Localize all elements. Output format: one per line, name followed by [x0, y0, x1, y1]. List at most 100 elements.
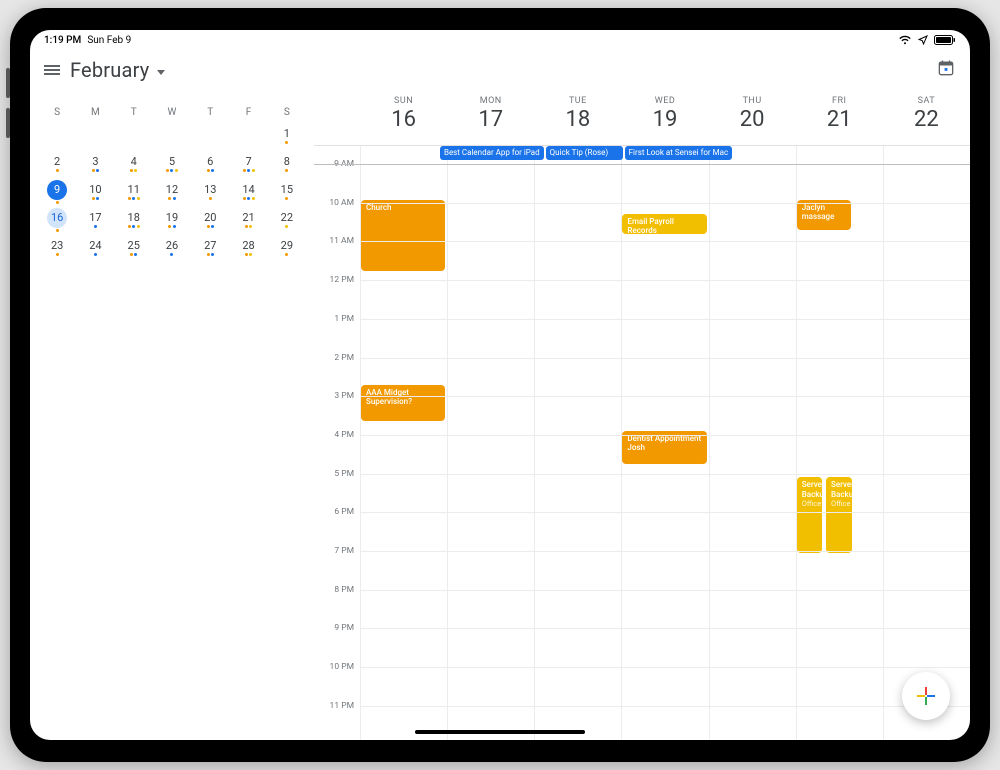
mini-day[interactable]: 20 — [191, 206, 229, 234]
mini-day[interactable]: 11 — [115, 178, 153, 206]
volume-down-button[interactable] — [6, 108, 10, 138]
status-date: Sun Feb 9 — [87, 35, 131, 46]
mini-day[interactable]: 26 — [153, 234, 191, 262]
mini-dow: F — [229, 102, 267, 122]
mini-day[interactable]: 5 — [153, 150, 191, 178]
mini-day[interactable]: 23 — [38, 234, 76, 262]
month-picker[interactable]: February — [70, 58, 165, 82]
mini-day[interactable]: 4 — [115, 150, 153, 178]
mini-day[interactable]: 15 — [268, 178, 306, 206]
day-header[interactable]: SAT22 — [883, 90, 970, 145]
mini-day[interactable]: 14 — [229, 178, 267, 206]
calendar-event[interactable]: Dentist Appointment Josh — [622, 431, 706, 464]
mini-day[interactable]: 17 — [76, 206, 114, 234]
day-column[interactable]: Church AAA Midget Supervision? — [360, 146, 447, 740]
mini-day[interactable]: 3 — [76, 150, 114, 178]
mini-day[interactable]: 13 — [191, 178, 229, 206]
calendar-event[interactable]: Jaclyn massage — [797, 200, 851, 231]
day-number: 16 — [360, 107, 447, 132]
allday-event[interactable]: Quick Tip (Rose) — [546, 146, 623, 160]
mini-day[interactable]: 6 — [191, 150, 229, 178]
calendar-event[interactable]: Email Payroll Records — [622, 214, 706, 233]
mini-dow: S — [268, 102, 306, 122]
calendar-event[interactable]: Server BackupOffice — [797, 477, 823, 552]
calendar-today-icon — [936, 58, 956, 78]
month-label: February — [70, 58, 149, 82]
day-header[interactable]: MON17 — [447, 90, 534, 145]
time-label: 6 PM — [334, 507, 354, 517]
day-header[interactable]: WED19 — [621, 90, 708, 145]
week-view[interactable]: SUN16MON17TUE18WED19THU20FRI21SAT22 9 AM… — [314, 90, 970, 740]
mini-day — [229, 122, 267, 150]
mini-day[interactable]: 24 — [76, 234, 114, 262]
time-label: 4 PM — [334, 430, 354, 440]
time-label: 11 PM — [330, 701, 354, 711]
volume-up-button[interactable] — [6, 68, 10, 98]
chevron-down-icon — [157, 70, 165, 75]
app-header: February — [30, 50, 970, 90]
time-label: 12 PM — [330, 275, 354, 285]
ios-status-bar: 1:19 PM Sun Feb 9 — [30, 30, 970, 50]
dow-label: SAT — [883, 96, 970, 106]
day-header[interactable]: SUN16 — [360, 90, 447, 145]
location-icon — [918, 35, 928, 45]
time-label: 8 PM — [334, 585, 354, 595]
allday-event[interactable]: First Look at Sensei for Mac — [625, 146, 733, 160]
allday-event[interactable]: Best Calendar App for iPad — [440, 146, 544, 160]
day-column[interactable]: Jaclyn massage Server BackupOfficeServer … — [796, 146, 883, 740]
battery-icon — [934, 35, 956, 45]
create-event-button[interactable] — [902, 672, 950, 720]
mini-day[interactable]: 1 — [268, 122, 306, 150]
mini-day — [115, 122, 153, 150]
mini-day[interactable]: 18 — [115, 206, 153, 234]
time-grid[interactable]: 9 AM10 AM11 AM12 PM1 PM2 PM3 PM4 PM5 PM6… — [314, 146, 970, 740]
dow-label: WED — [621, 96, 708, 106]
mini-day[interactable]: 12 — [153, 178, 191, 206]
day-header[interactable]: FRI21 — [796, 90, 883, 145]
day-column[interactable] — [883, 146, 970, 740]
day-column[interactable] — [709, 146, 796, 740]
mini-day[interactable]: 7 — [229, 150, 267, 178]
dow-label: MON — [447, 96, 534, 106]
calendar-event[interactable]: AAA Midget Supervision? — [361, 385, 445, 422]
wifi-icon — [898, 35, 912, 45]
day-number: 20 — [709, 107, 796, 132]
calendar-event[interactable]: Church — [361, 200, 445, 272]
mini-day — [191, 122, 229, 150]
home-indicator[interactable] — [415, 730, 585, 734]
today-button[interactable] — [936, 58, 956, 82]
mini-day[interactable]: 28 — [229, 234, 267, 262]
mini-dow: W — [153, 102, 191, 122]
mini-day[interactable]: 22 — [268, 206, 306, 234]
time-label: 1 PM — [334, 314, 354, 324]
mini-day[interactable]: 21 — [229, 206, 267, 234]
menu-button[interactable] — [44, 63, 60, 77]
mini-dow: T — [115, 102, 153, 122]
mini-day[interactable]: 16 — [38, 206, 76, 234]
mini-dow: T — [191, 102, 229, 122]
time-label: 3 PM — [334, 391, 354, 401]
mini-day[interactable]: 25 — [115, 234, 153, 262]
mini-day[interactable]: 27 — [191, 234, 229, 262]
day-header[interactable]: THU20 — [709, 90, 796, 145]
mini-dow: M — [76, 102, 114, 122]
mini-day[interactable]: 2 — [38, 150, 76, 178]
dow-label: SUN — [360, 96, 447, 106]
day-header[interactable]: TUE18 — [534, 90, 621, 145]
day-column[interactable] — [534, 146, 621, 740]
allday-row: Best Calendar App for iPadQuick Tip (Ros… — [360, 146, 970, 164]
time-label: 7 PM — [334, 546, 354, 556]
time-label: 10 AM — [329, 198, 354, 208]
mini-day[interactable]: 19 — [153, 206, 191, 234]
day-column[interactable]: Email Payroll Records Dentist Appointment… — [621, 146, 708, 740]
mini-day[interactable]: 29 — [268, 234, 306, 262]
calendar-event[interactable]: Server BackupOffice — [826, 477, 852, 552]
mini-day[interactable]: 9 — [38, 178, 76, 206]
day-number: 19 — [621, 107, 708, 132]
mini-day[interactable]: 8 — [268, 150, 306, 178]
mini-day[interactable]: 10 — [76, 178, 114, 206]
day-column[interactable] — [447, 146, 534, 740]
time-label: 2 PM — [334, 353, 354, 363]
tablet-frame: 1:19 PM Sun Feb 9 February — [10, 8, 990, 762]
dow-label: THU — [709, 96, 796, 106]
